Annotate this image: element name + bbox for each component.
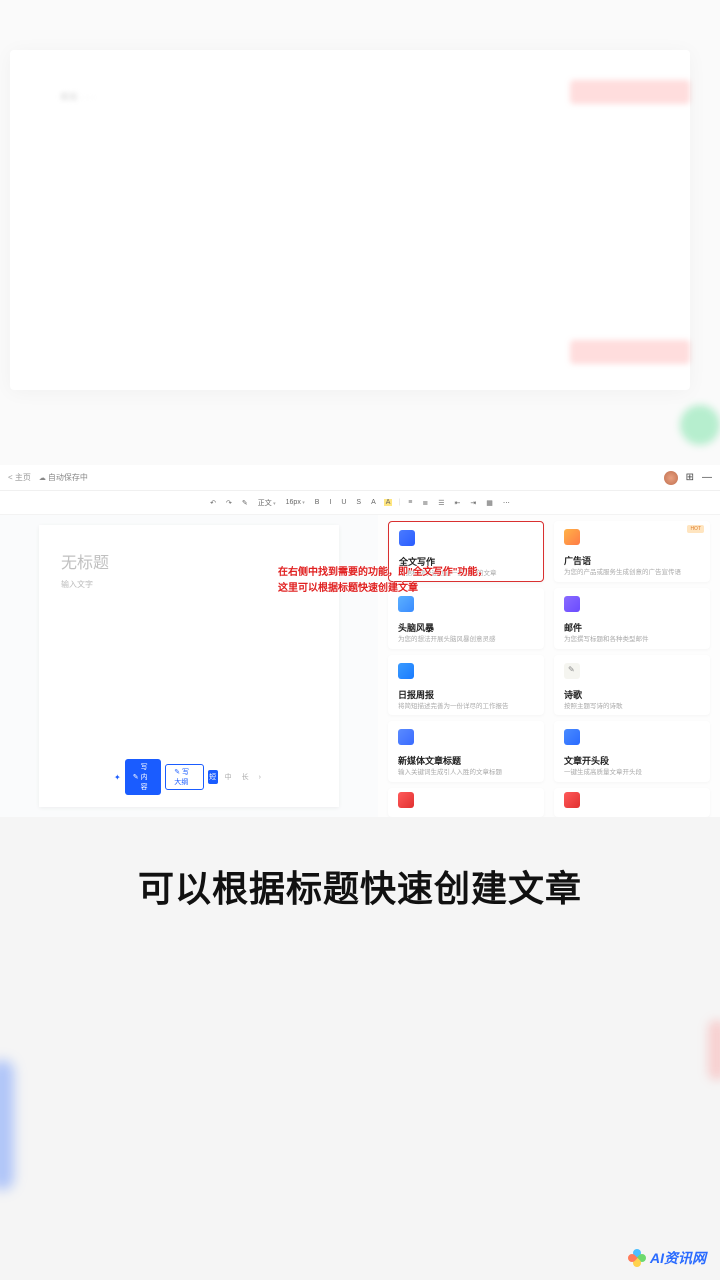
write-content-button[interactable]: ✎ 写内容 — [125, 759, 162, 795]
watermark: AI资讯网 — [628, 1248, 706, 1268]
card-opening[interactable]: 文章开头段 一键生成高质量文章开头段 — [554, 721, 710, 782]
font-size-select[interactable]: 16px — [284, 499, 307, 506]
cloud-icon: ☁ — [39, 474, 46, 482]
card-ad-slogan[interactable]: HOT 广告语 为您的产品或服务生成创意的广告宣传语 — [554, 521, 710, 582]
ordered-list-button[interactable]: ≣ — [420, 499, 430, 507]
bg-blob-right — [708, 1020, 720, 1080]
paragraph-style-select[interactable]: 正文 — [256, 498, 278, 508]
length-short-button[interactable]: 短 — [208, 770, 218, 784]
user-avatar[interactable] — [664, 471, 678, 485]
text-color-button[interactable]: A — [369, 499, 378, 506]
highlight-button[interactable]: A — [384, 499, 393, 506]
apps-grid-icon[interactable]: ⊞ — [686, 472, 694, 483]
mail-icon — [564, 596, 580, 612]
document-panel: 无标题 输入文字 ✦ ✎ 写内容 ✎ 写大纲 短 中 长 › — [0, 515, 378, 817]
red-icon — [564, 792, 580, 808]
minimize-icon[interactable]: — — [702, 472, 712, 483]
card-report[interactable]: 日报周报 将简短描述完善为一份详尽的工作报告 — [388, 655, 544, 716]
opening-icon — [564, 729, 580, 745]
table-button[interactable]: ▦ — [484, 499, 495, 507]
report-icon — [398, 663, 414, 679]
editor-toolbar: ↶ ↷ ✎ 正文 16px B I U S A A | ≡ ≣ ☰ ⇤ ⇥ ▦ … — [0, 491, 720, 515]
align-button[interactable]: ≡ — [406, 499, 414, 506]
outdent-button[interactable]: ⇤ — [453, 499, 463, 507]
app-window: < 主页 ☁ 自动保存中 ⊞ — ↶ ↷ ✎ 正文 16px B I U S A… — [0, 465, 720, 817]
ai-action-bar: ✦ ✎ 写内容 ✎ 写大纲 短 中 长 › — [114, 759, 264, 795]
bold-button[interactable]: B — [313, 499, 322, 506]
save-status: ☁ 自动保存中 — [39, 472, 88, 483]
italic-button[interactable]: I — [327, 499, 333, 506]
hot-badge: HOT — [687, 525, 704, 533]
ad-icon — [564, 529, 580, 545]
card-extra-1[interactable] — [388, 788, 544, 817]
card-extra-2[interactable] — [554, 788, 710, 817]
document-icon — [399, 530, 415, 546]
more-button[interactable]: ⋯ — [501, 499, 512, 507]
watermark-logo-icon — [628, 1249, 646, 1267]
strike-button[interactable]: S — [354, 499, 363, 506]
format-painter-button[interactable]: ✎ — [240, 499, 250, 507]
templates-side-panel: 全文写作 根据标题快速创建一篇完整的文章 HOT 广告语 为您的产品或服务生成创… — [378, 515, 720, 817]
back-button[interactable]: < 主页 — [8, 472, 31, 483]
undo-button[interactable]: ↶ — [208, 499, 218, 507]
write-outline-button[interactable]: ✎ 写大纲 — [165, 764, 203, 790]
video-caption: 可以根据标题快速创建文章 — [0, 860, 720, 912]
card-media-title[interactable]: 新媒体文章标题 输入关键词生成引人入胜的文章标题 — [388, 721, 544, 782]
length-long-button[interactable]: 长 — [239, 772, 252, 782]
red-icon — [398, 792, 414, 808]
workarea: 无标题 输入文字 ✦ ✎ 写内容 ✎ 写大纲 短 中 长 › 全文写作 根据标题… — [0, 515, 720, 817]
unordered-list-button[interactable]: ☰ — [436, 499, 446, 507]
window-topbar: < 主页 ☁ 自动保存中 ⊞ — — [0, 465, 720, 491]
red-annotation-text: 在右侧中找到需要的功能，即"全文写作"功能， 这里可以根据标题快速创建文章 — [278, 565, 487, 597]
ai-star-icon: ✦ — [114, 773, 121, 782]
card-poem[interactable]: 诗歌 按照主题写诗的诗歌 — [554, 655, 710, 716]
card-email[interactable]: 邮件 为您撰写标题和各种类型邮件 — [554, 588, 710, 649]
redo-button[interactable]: ↷ — [224, 499, 234, 507]
length-mid-button[interactable]: 中 — [222, 772, 235, 782]
indent-button[interactable]: ⇥ — [468, 499, 478, 507]
poem-icon — [564, 663, 580, 679]
media-icon — [398, 729, 414, 745]
brainstorm-icon — [398, 596, 414, 612]
blurred-background: 模板 · · · — [0, 0, 720, 465]
next-arrow-icon[interactable]: › — [256, 774, 264, 781]
bg-blob-left — [0, 1060, 14, 1190]
underline-button[interactable]: U — [339, 499, 348, 506]
